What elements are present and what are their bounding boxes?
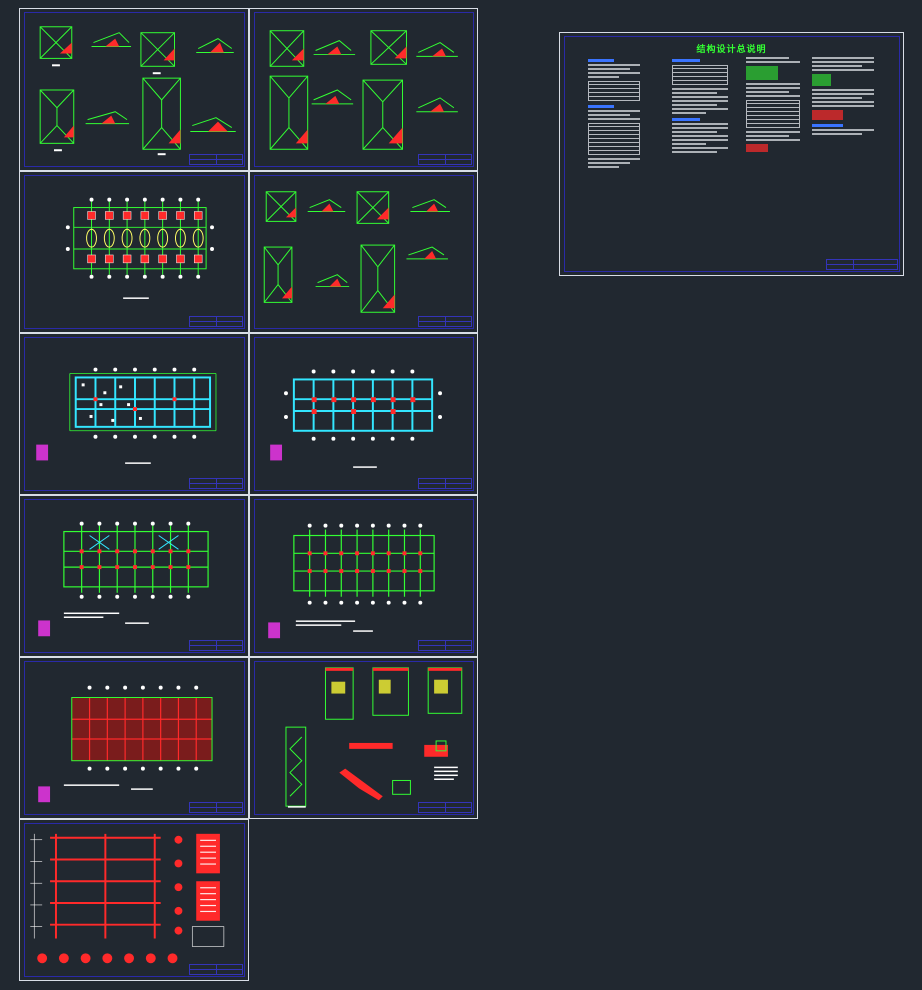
design-notes-title: 结构设计总说明 (696, 45, 767, 55)
drawing-sheet-slab-plan[interactable] (19, 657, 249, 819)
foundation-plan-graphic (65, 197, 214, 299)
title-block (418, 316, 472, 327)
frame-elevation-graphic (30, 833, 225, 964)
roof-details-graphic (263, 191, 450, 313)
notes-column-4 (812, 55, 874, 261)
legend-block (36, 444, 49, 461)
stair-details-graphic (285, 667, 463, 808)
beam-plan-graphic (268, 523, 435, 639)
title-block (189, 154, 243, 165)
drawing-sheet-foundation-plan[interactable] (19, 171, 249, 333)
title-block (189, 640, 243, 651)
title-block (418, 802, 472, 813)
drawing-sheet-column-plan-1[interactable] (19, 333, 249, 495)
title-block (418, 478, 472, 489)
column-plan-graphic (270, 369, 443, 468)
notes-table (746, 100, 800, 128)
roof-details-graphic (39, 26, 236, 156)
drawing-sheet-beam-plan-1[interactable] (19, 495, 249, 657)
legend-block (38, 786, 51, 803)
notes-column-3 (746, 55, 800, 261)
title-block (826, 259, 898, 270)
drawing-sheet-roof-details-3[interactable] (249, 171, 478, 333)
notes-table (588, 81, 640, 101)
title-block (189, 802, 243, 813)
drawing-sheet-design-notes[interactable]: 结构设计总说明 (559, 32, 904, 276)
beam-plan-graphic (38, 521, 209, 637)
title-block (418, 154, 472, 165)
drawing-sheet-roof-details-2[interactable] (249, 8, 478, 171)
drawing-sheet-stair-details[interactable] (249, 657, 478, 819)
title-block (418, 640, 472, 651)
notes-column-2 (672, 55, 728, 261)
title-block (189, 478, 243, 489)
drawing-sheet-roof-details-1[interactable] (19, 8, 249, 171)
drawing-sheet-beam-plan-2[interactable] (249, 495, 478, 657)
legend-block (268, 622, 281, 639)
notes-column-1 (588, 55, 640, 261)
drawing-sheet-column-plan-2[interactable] (249, 333, 478, 495)
column-plan-graphic (36, 367, 217, 464)
title-block (189, 964, 243, 975)
roof-details-graphic (269, 30, 458, 150)
slab-plan-graphic (38, 685, 213, 803)
legend-block (270, 444, 283, 461)
notes-table (672, 65, 728, 85)
notes-table (588, 123, 640, 155)
drawing-sheet-frame-elevation[interactable] (19, 819, 249, 981)
title-block (189, 316, 243, 327)
legend-block (38, 620, 51, 637)
